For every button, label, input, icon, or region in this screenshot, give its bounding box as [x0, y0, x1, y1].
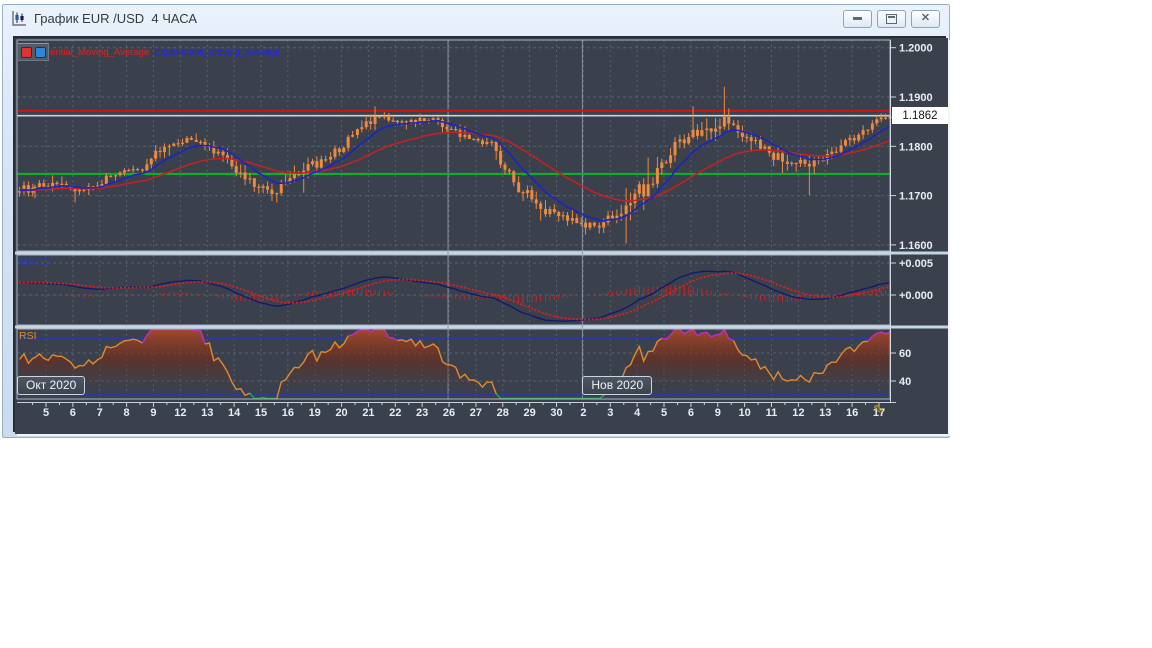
chart-area: 1.2000 1.1900 1.1800 1.1700 1.1600 +0.005 +0.0…	[15, 38, 948, 434]
svg-text:2: 2	[580, 407, 586, 419]
current-price-box: 1.1862	[892, 107, 948, 124]
rsi-panel-label: RSI	[19, 330, 37, 342]
desktop: График EUR /USD 4 ЧАСА ✕ 1.2000 1.1900 1.1…	[0, 0, 1152, 648]
svg-text:6: 6	[688, 407, 694, 419]
svg-text:23: 23	[416, 407, 428, 419]
svg-text:16: 16	[282, 407, 294, 419]
svg-text:21: 21	[362, 407, 374, 419]
window-title: График EUR /USD 4 ЧАСА	[34, 11, 198, 26]
svg-text:40: 40	[899, 376, 911, 388]
svg-text:7: 7	[97, 407, 103, 419]
svg-text:22: 22	[389, 407, 401, 419]
svg-text:29: 29	[524, 407, 536, 419]
macd-panel-label: MACD	[19, 256, 50, 268]
candlestick-chart-icon	[11, 10, 28, 27]
svg-text:1.1900: 1.1900	[899, 92, 933, 104]
svg-text:13: 13	[819, 407, 831, 419]
month-marker: Окт 2020	[17, 376, 86, 395]
svg-text:+0.005: +0.005	[899, 258, 933, 270]
svg-text:1.2000: 1.2000	[899, 43, 933, 55]
indicator-legend: ential_Moving_Average Exponential_Moving…	[17, 43, 280, 61]
blue-indicator-swatch[interactable]	[34, 46, 46, 58]
restore-icon	[886, 13, 897, 24]
svg-text:19: 19	[309, 407, 321, 419]
chart-window: График EUR /USD 4 ЧАСА ✕ 1.2000 1.1900 1.1…	[2, 4, 950, 438]
svg-text:60: 60	[899, 348, 911, 360]
svg-text:13: 13	[201, 407, 213, 419]
month-marker: Нов 2020	[582, 376, 653, 395]
svg-text:10: 10	[738, 407, 750, 419]
svg-text:9: 9	[715, 407, 721, 419]
svg-text:26: 26	[443, 407, 455, 419]
svg-text:5: 5	[43, 407, 49, 419]
window-controls: ✕	[843, 9, 943, 28]
svg-text:1.1600: 1.1600	[899, 240, 933, 252]
svg-text:16: 16	[846, 407, 858, 419]
ma-blue-label: Exponential_Moving_Average	[154, 46, 281, 58]
minimize-button[interactable]	[843, 9, 872, 28]
svg-text:4: 4	[634, 407, 641, 419]
svg-text:14: 14	[228, 407, 241, 419]
close-icon: ✕	[920, 12, 931, 24]
svg-text:11: 11	[766, 407, 778, 419]
pencil-cursor-icon: ✎	[873, 402, 884, 417]
ma-red-label: ential_Moving_Average	[50, 46, 150, 58]
indicator-buttons[interactable]	[17, 43, 49, 61]
svg-text:6: 6	[70, 407, 76, 419]
chart-canvas[interactable]: 1.2000 1.1900 1.1800 1.1700 1.1600 +0.005 +0.0…	[15, 38, 948, 434]
svg-text:12: 12	[792, 407, 804, 419]
minimize-icon	[853, 17, 862, 20]
svg-text:3: 3	[607, 407, 613, 419]
svg-text:1.1700: 1.1700	[899, 191, 933, 203]
svg-text:12: 12	[174, 407, 186, 419]
svg-text:+0.000: +0.000	[899, 290, 933, 302]
svg-text:28: 28	[497, 407, 509, 419]
svg-text:1.1800: 1.1800	[899, 141, 933, 153]
svg-text:9: 9	[150, 407, 156, 419]
svg-text:15: 15	[255, 407, 267, 419]
window-titlebar[interactable]: График EUR /USD 4 ЧАСА ✕	[3, 5, 949, 32]
svg-text:5: 5	[661, 407, 667, 419]
svg-text:30: 30	[550, 407, 562, 419]
svg-text:8: 8	[124, 407, 130, 419]
svg-text:20: 20	[335, 407, 347, 419]
red-indicator-swatch[interactable]	[20, 46, 32, 58]
close-button[interactable]: ✕	[911, 9, 940, 28]
svg-text:27: 27	[470, 407, 482, 419]
restore-button[interactable]	[877, 9, 906, 28]
